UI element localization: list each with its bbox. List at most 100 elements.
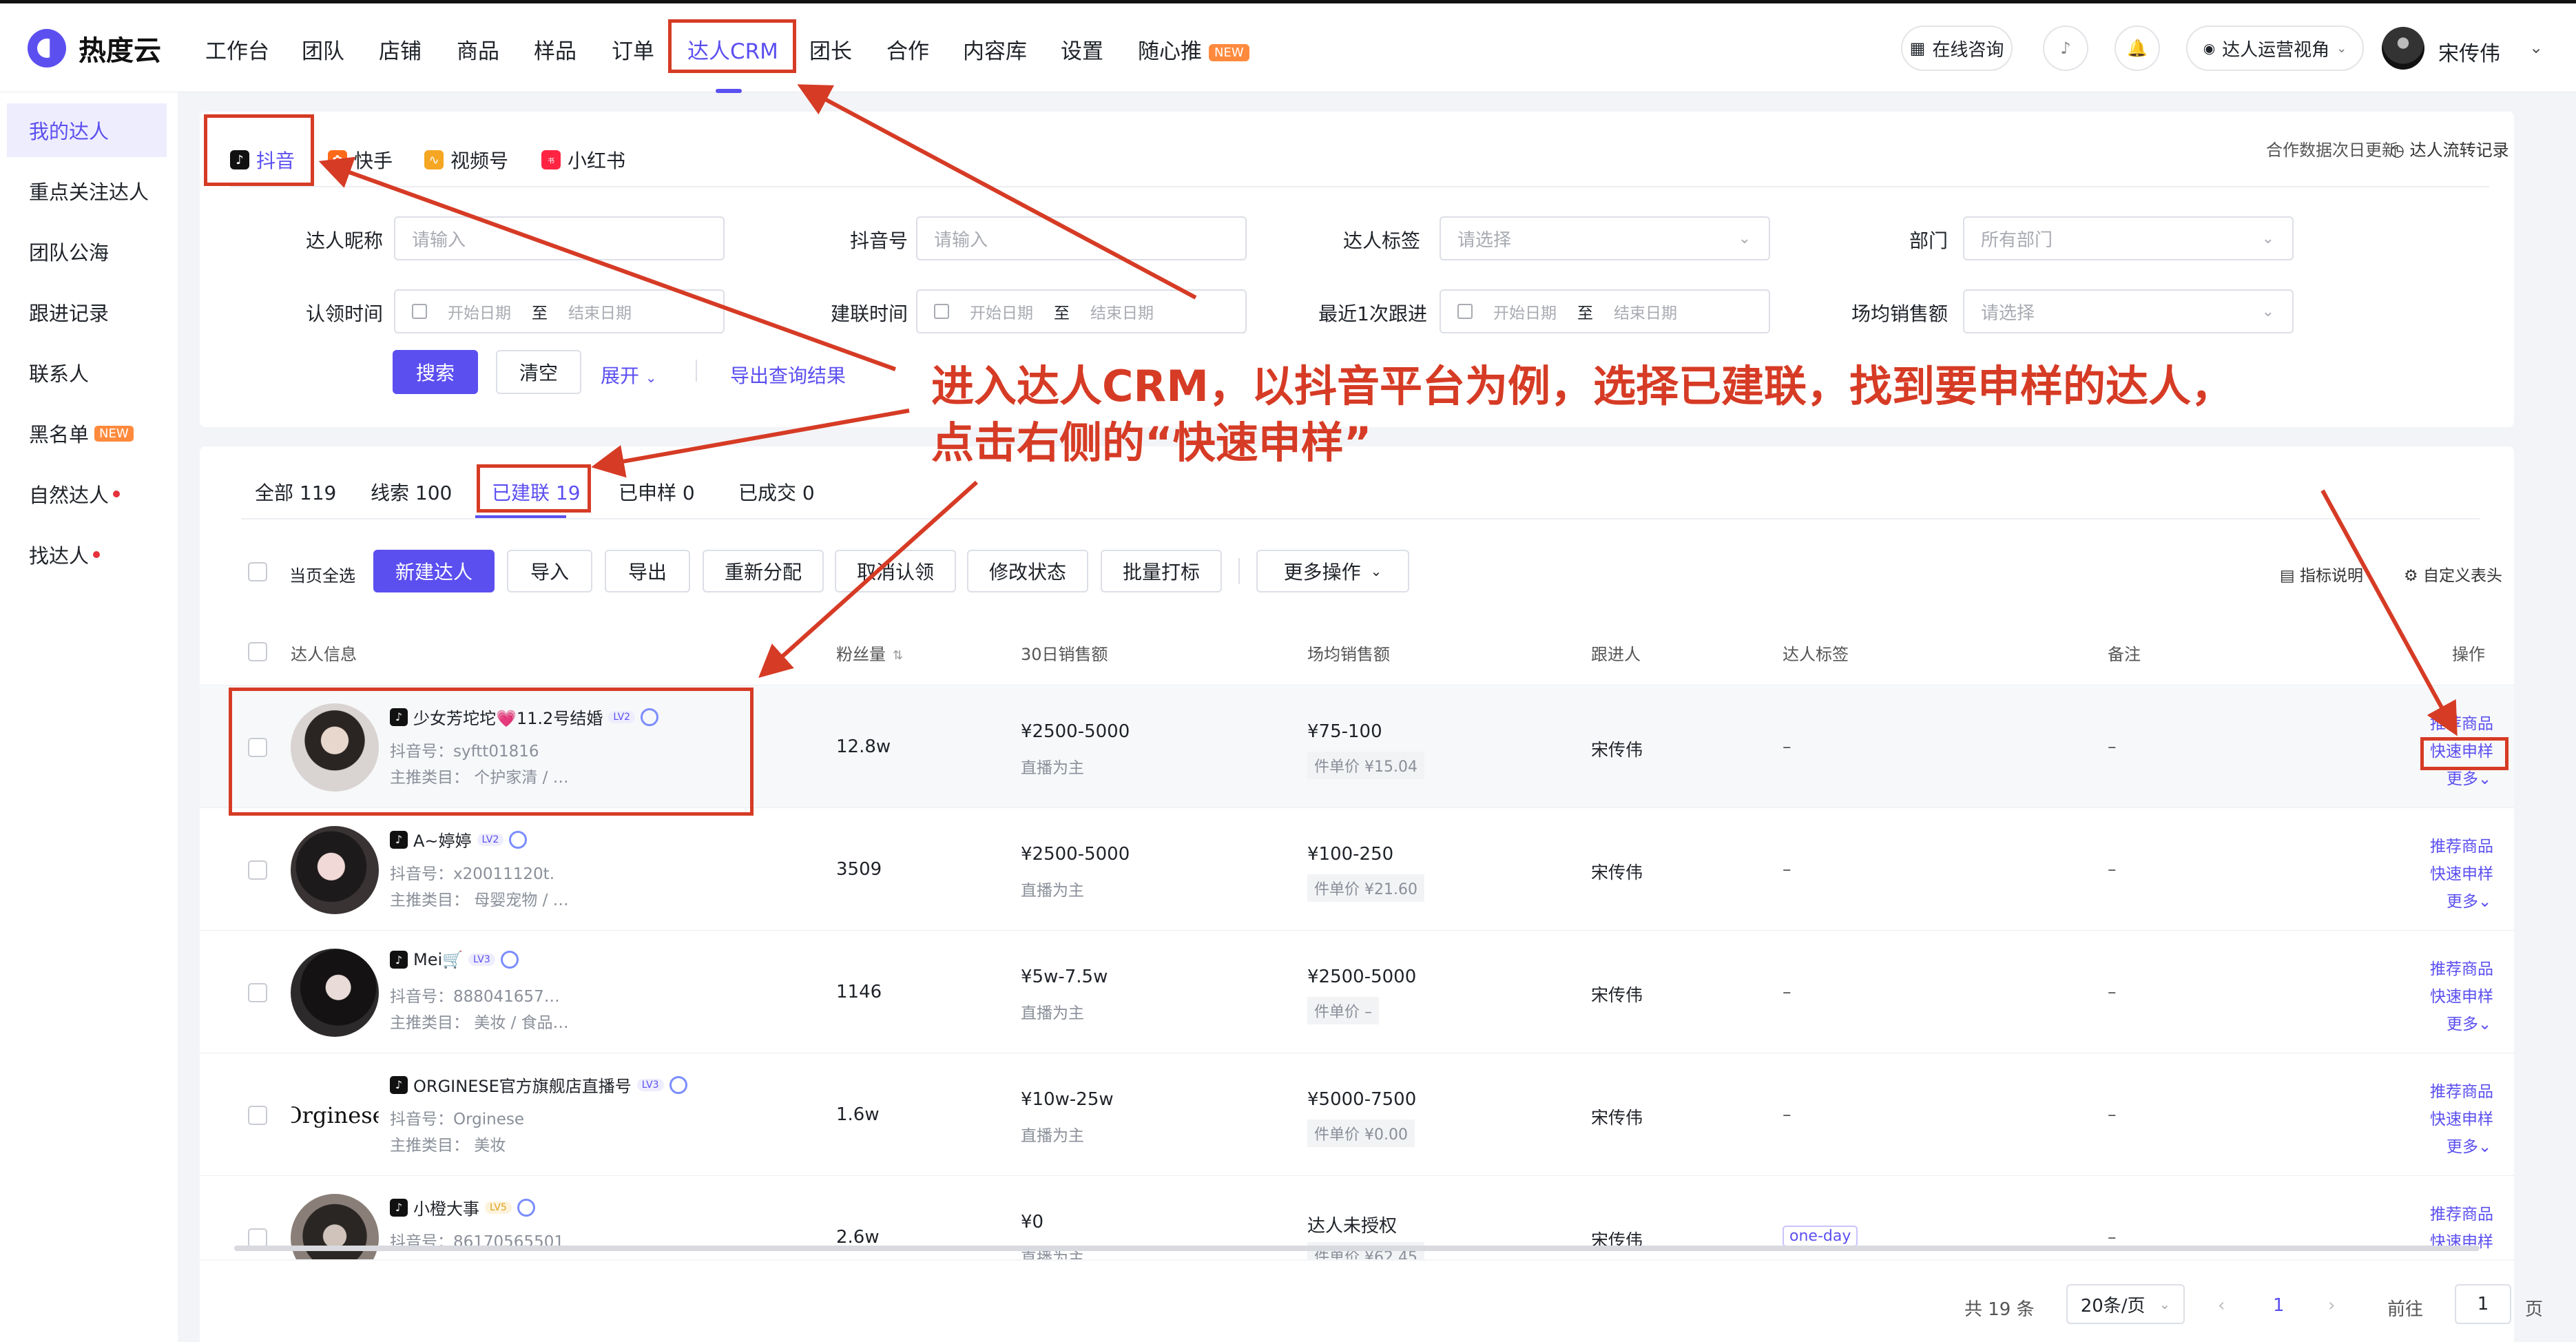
sidebar-item-team-pool[interactable]: 团队公海 [7,225,167,278]
tiktok-link-button[interactable]: ♪ [2043,25,2088,71]
select-page-checkbox[interactable] [248,562,267,581]
dept-select[interactable]: 所有部门 ⌄ [1963,216,2294,260]
platform-tab-channels[interactable]: ∿ 视频号 [424,146,508,174]
next-page-icon[interactable]: › [2328,1295,2335,1316]
notification-button[interactable]: 🔔 [2115,25,2160,71]
creator-avatar[interactable] [291,949,379,1037]
new-creator-button[interactable]: 新建达人 [373,550,495,592]
nickname-input[interactable]: 请输入 [394,216,725,260]
quick-sample-link[interactable]: 快速申样 [2430,738,2493,761]
chevron-down-icon[interactable]: ⌄ [2529,38,2543,57]
status-tab-linked[interactable]: 已建联 19 [492,478,581,506]
sidebar-item-my-creators[interactable]: 我的达人 [7,103,167,157]
prev-page-icon[interactable]: ‹ [2218,1295,2225,1316]
select-all-checkbox[interactable] [248,642,267,661]
quick-sample-link[interactable]: 快速申样 [2430,983,2493,1006]
nav-item-settings[interactable]: 设置 [1061,34,1103,65]
nav-item-cooperation[interactable]: 合作 [886,34,929,65]
nav-item-crm[interactable]: 达人CRM [687,34,778,65]
user-avatar[interactable] [2382,27,2424,70]
online-consult-button[interactable]: ▦ 在线咨询 [1901,25,2013,71]
creator-name[interactable]: ♪ 小橙大事 LV5 [390,1195,535,1219]
creator-avatar[interactable] [291,826,379,914]
recommend-goods-link[interactable]: 推荐商品 [2430,833,2493,856]
status-tab-leads[interactable]: 线索 100 [371,478,452,506]
row-checkbox[interactable] [248,738,267,757]
nav-item-samples[interactable]: 样品 [534,34,577,65]
recommend-goods-link[interactable]: 推荐商品 [2430,956,2493,979]
douyin-id-input[interactable]: 请输入 [916,216,1247,260]
row-checkbox[interactable] [248,860,267,880]
status-tab-sampled[interactable]: 已申样 0 [619,478,695,506]
metric-desc-link[interactable]: ▤ 指标说明 [2280,562,2363,586]
cancel-claim-button[interactable]: 取消认领 [835,550,956,592]
row-checkbox[interactable] [248,1228,267,1248]
row-checkbox[interactable] [248,1106,267,1125]
status-tab-all[interactable]: 全部 119 [255,478,336,506]
tag-select[interactable]: 请选择 ⌄ [1440,216,1770,260]
nav-item-workbench[interactable]: 工作台 [205,34,269,65]
creator-name[interactable]: ♪ 少女芳坨坨💗11.2号结婚 LV2 [390,705,659,729]
sidebar-item-find-creators[interactable]: 找达人 [7,528,167,581]
recommend-goods-link[interactable]: 推荐商品 [2430,1078,2493,1102]
flow-record-link[interactable]: ◷ 达人流转记录 [2390,136,2509,161]
nav-item-team[interactable]: 团队 [302,34,344,65]
horizontal-scrollbar[interactable] [234,1246,2480,1251]
sidebar-item-blacklist[interactable]: 黑名单 NEW [7,406,167,460]
more-link[interactable]: 更多⌄ [2447,888,2491,911]
last-follow-range[interactable]: 开始日期 至 结束日期 [1440,289,1770,333]
page-number-current[interactable]: 1 [2273,1295,2285,1316]
link-time-range[interactable]: 开始日期 至 结束日期 [916,289,1247,333]
avg-sales-select[interactable]: 请选择 ⌄ [1963,289,2294,333]
search-button[interactable]: 搜索 [393,350,478,394]
sidebar-item-key-creators[interactable]: 重点关注达人 [7,164,167,218]
quick-sample-link[interactable]: 快速申样 [2430,1106,2493,1129]
sidebar-item-contacts[interactable]: 联系人 [7,346,167,400]
table-row[interactable]: Orginese ♪ ORGINESE官方旗舰店直播号 LV3 抖音号：Orgine… [200,1053,2514,1175]
more-actions-button[interactable]: 更多操作 ⌄ [1256,550,1409,592]
batch-tag-button[interactable]: 批量打标 [1101,550,1222,592]
creator-name[interactable]: ♪ A~婷婷 LV2 [390,827,528,851]
more-link[interactable]: 更多⌄ [2447,1011,2491,1034]
change-status-button[interactable]: 修改状态 [967,550,1088,592]
view-mode-select[interactable]: ◉ 达人运营视角 ⌄ [2186,25,2364,71]
more-link[interactable]: 更多⌄ [2447,1133,2491,1157]
nav-item-goods[interactable]: 商品 [457,34,499,65]
creator-logo[interactable]: Orginese [291,1071,379,1159]
page-size-select[interactable]: 20条/页 ⌄ [2066,1284,2185,1324]
creator-avatar[interactable] [291,703,379,792]
app-logo[interactable]: 热度云 [28,28,161,68]
clear-button[interactable]: 清空 [496,350,581,394]
creator-name[interactable]: ♪ ORGINESE官方旗舰店直播号 LV3 [390,1073,687,1097]
row-checkbox[interactable] [248,983,267,1002]
nav-item-orders[interactable]: 订单 [612,34,654,65]
recommend-goods-link[interactable]: 推荐商品 [2430,1201,2493,1224]
table-row[interactable]: ♪ Mei🛒 LV3 抖音号：888041657… 主推类目： 美妆 / 食品… 1… [200,930,2514,1053]
export-button[interactable]: 导出 [605,550,690,592]
status-tab-dealt[interactable]: 已成交 0 [738,478,815,506]
nav-item-content[interactable]: 内容库 [963,34,1027,65]
claim-time-range[interactable]: 开始日期 至 结束日期 [394,289,725,333]
sidebar-item-follow-records[interactable]: 跟进记录 [7,285,167,339]
platform-tab-douyin[interactable]: ♪ 抖音 [230,146,295,174]
recommend-goods-link[interactable]: 推荐商品 [2430,710,2493,734]
quick-sample-link[interactable]: 快速申样 [2430,860,2493,884]
table-row[interactable]: ♪ A~婷婷 LV2 抖音号：x20011120t. 主推类目： 母婴宠物 / … … [200,807,2514,930]
export-query-link[interactable]: 导出查询结果 [730,361,846,389]
sidebar-item-natural-creators[interactable]: 自然达人 [7,467,167,521]
platform-tab-kuaishou[interactable]: ✿ 快手 [328,146,393,174]
nav-item-store[interactable]: 店铺 [379,34,422,65]
import-button[interactable]: 导入 [507,550,592,592]
expand-link[interactable]: 展开 ⌄ [601,361,657,389]
custom-header-link[interactable]: ⚙ 自定义表头 [2404,562,2502,586]
table-row[interactable]: ♪ 少女芳坨坨💗11.2号结婚 LV2 抖音号：syftt01816 主推类目： 个… [200,685,2514,807]
user-name[interactable]: 宋传伟 [2438,37,2500,67]
platform-tab-xiaohongshu[interactable]: 书小红书 [541,146,625,174]
goto-page-input[interactable]: 1 [2455,1284,2511,1324]
reassign-button[interactable]: 重新分配 [703,550,824,592]
more-link[interactable]: 更多⌄ [2447,765,2491,789]
nav-item-leader[interactable]: 团长 [809,34,852,65]
nav-item-suixintui[interactable]: 随心推 NEW [1138,34,1249,65]
creator-name[interactable]: ♪ Mei🛒 LV3 [390,950,519,969]
column-header-fans[interactable]: 粉丝量 ⇅ [836,641,903,665]
